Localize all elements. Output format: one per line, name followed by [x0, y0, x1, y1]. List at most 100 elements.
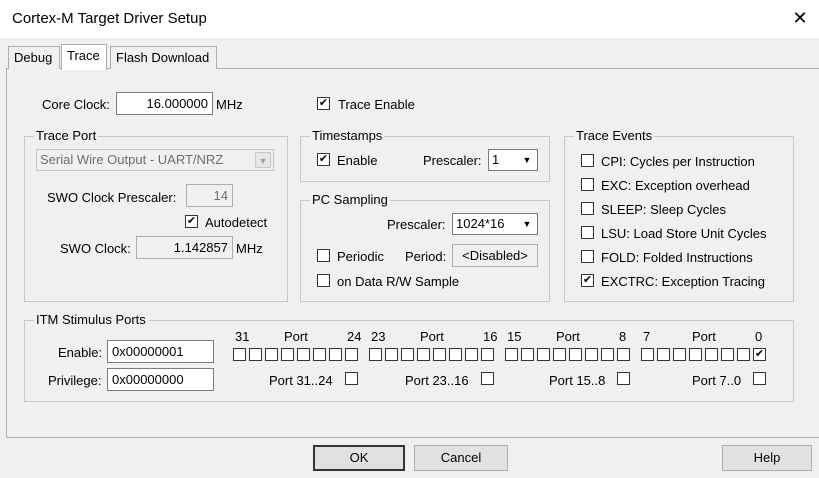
core-clock-unit: MHz: [216, 97, 243, 112]
swo-clock-label: SWO Clock:: [60, 241, 131, 256]
itm-priv-3-checkbox[interactable]: [753, 372, 766, 385]
itm-privilege-label: Privilege:: [48, 373, 102, 388]
itm-port-8-enable-box[interactable]: [617, 348, 630, 361]
itm-group-3-hi: 7: [643, 329, 651, 344]
itm-group-0-port: Port: [284, 329, 308, 344]
pc-prescaler-value: 1024*16: [456, 216, 505, 231]
itm-port-1-enable-box[interactable]: [737, 348, 750, 361]
itm-port-30-enable-box[interactable]: [249, 348, 262, 361]
core-clock-input[interactable]: 16.000000: [116, 92, 213, 115]
itm-port-16-enable-box[interactable]: [481, 348, 494, 361]
itm-port-10-enable-box[interactable]: [585, 348, 598, 361]
timestamps-prescaler-select[interactable]: 1 ▼: [488, 149, 538, 171]
itm-port-25-enable-box[interactable]: [329, 348, 342, 361]
itm-port-18-enable-box[interactable]: [449, 348, 462, 361]
periodic-label: Periodic: [337, 249, 384, 264]
itm-port-19-enable-box[interactable]: [433, 348, 446, 361]
itm-port-5-enable-box[interactable]: [673, 348, 686, 361]
itm-port-31-enable-box[interactable]: [233, 348, 246, 361]
itm-port-2-enable-box[interactable]: [721, 348, 734, 361]
swo-prescaler-input: 14: [186, 184, 233, 207]
itm-port-0-enable-box[interactable]: ✔: [753, 348, 766, 361]
trace-enable-label: Trace Enable: [338, 97, 415, 112]
itm-port-14-enable-box[interactable]: [521, 348, 534, 361]
itm-port-13-enable-box[interactable]: [537, 348, 550, 361]
itm-port-3-enable-box[interactable]: [705, 348, 718, 361]
itm-priv-2-checkbox[interactable]: [617, 372, 630, 385]
itm-port-9-enable-box[interactable]: [601, 348, 614, 361]
chevron-down-icon: ▼: [255, 152, 271, 168]
close-icon[interactable]: ✕: [790, 8, 810, 28]
itm-enable-label: Enable:: [58, 345, 103, 360]
itm-port-17-enable-box[interactable]: [465, 348, 478, 361]
itm-group-1-lo: 16: [483, 329, 498, 344]
exc-checkbox[interactable]: [581, 178, 594, 191]
itm-port-12-enable-box[interactable]: [553, 348, 566, 361]
trace-enable-checkbox[interactable]: ✔: [317, 97, 330, 110]
itm-priv-0-label: Port 31..24: [269, 373, 333, 388]
itm-port-4-enable-box[interactable]: [689, 348, 702, 361]
itm-port-28-enable-box[interactable]: [281, 348, 294, 361]
itm-port-23-enable-box[interactable]: [369, 348, 382, 361]
chevron-down-icon: ▼: [522, 155, 532, 165]
lsu-checkbox[interactable]: [581, 226, 594, 239]
cpi-label: CPI: Cycles per Instruction: [601, 154, 755, 169]
cpi-checkbox[interactable]: [581, 154, 594, 167]
on-data-rw-checkbox[interactable]: [317, 274, 330, 287]
itm-port-27-enable-box[interactable]: [297, 348, 310, 361]
pc-sampling-title: PC Sampling: [310, 192, 390, 207]
timestamps-prescaler-label: Prescaler:: [423, 153, 482, 168]
itm-enable-input[interactable]: 0x00000001: [107, 340, 214, 363]
pc-prescaler-label: Prescaler:: [387, 217, 446, 232]
pc-prescaler-select[interactable]: 1024*16 ▼: [452, 213, 538, 235]
tab-trace[interactable]: Trace: [61, 44, 107, 70]
itm-port-11-enable-box[interactable]: [569, 348, 582, 361]
exc-label: EXC: Exception overhead: [601, 178, 750, 193]
itm-group-1-hi: 23: [371, 329, 386, 344]
trace-port-title: Trace Port: [34, 128, 99, 143]
itm-group-0-hi: 31: [235, 329, 250, 344]
itm-port-22-enable-box[interactable]: [385, 348, 398, 361]
itm-port-15-enable-box[interactable]: [505, 348, 518, 361]
itm-port-29-enable-box[interactable]: [265, 348, 278, 361]
itm-group-3-port: Port: [692, 329, 716, 344]
itm-priv-1-checkbox[interactable]: [481, 372, 494, 385]
fold-label: FOLD: Folded Instructions: [601, 250, 753, 265]
cancel-button[interactable]: Cancel: [414, 445, 508, 471]
timestamps-enable-checkbox[interactable]: ✔: [317, 153, 330, 166]
itm-priv-1-label: Port 23..16: [405, 373, 469, 388]
trace-port-mode-value: Serial Wire Output - UART/NRZ: [40, 152, 224, 167]
chevron-down-icon: ▼: [522, 219, 532, 229]
swo-clock-value: 1.142857: [136, 236, 233, 259]
itm-priv-0-checkbox[interactable]: [345, 372, 358, 385]
timestamps-prescaler-value: 1: [492, 152, 500, 167]
itm-title: ITM Stimulus Ports: [34, 312, 148, 327]
itm-port-26-enable-box[interactable]: [313, 348, 326, 361]
periodic-checkbox[interactable]: [317, 249, 330, 262]
itm-port-20-enable-box[interactable]: [417, 348, 430, 361]
exctrc-label: EXCTRC: Exception Tracing: [601, 274, 766, 289]
autodetect-checkbox[interactable]: ✔: [185, 215, 198, 228]
itm-port-21-enable-box[interactable]: [401, 348, 414, 361]
lsu-label: LSU: Load Store Unit Cycles: [601, 226, 767, 241]
sleep-checkbox[interactable]: [581, 202, 594, 215]
itm-privilege-input[interactable]: 0x00000000: [107, 368, 214, 391]
itm-group-2-hi: 15: [507, 329, 522, 344]
tab-flash-download[interactable]: Flash Download: [110, 46, 217, 70]
core-clock-label: Core Clock:: [42, 97, 110, 112]
trace-events-title: Trace Events: [574, 128, 655, 143]
itm-port-24-enable-box[interactable]: [345, 348, 358, 361]
help-button[interactable]: Help: [722, 445, 812, 471]
fold-checkbox[interactable]: [581, 250, 594, 263]
window-title: Cortex-M Target Driver Setup: [12, 10, 207, 27]
exctrc-checkbox[interactable]: ✔: [581, 274, 594, 287]
itm-group-2-lo: 8: [619, 329, 627, 344]
ok-button[interactable]: OK: [313, 445, 405, 471]
itm-port-6-enable-box[interactable]: [657, 348, 670, 361]
on-data-rw-label: on Data R/W Sample: [337, 274, 460, 289]
tab-debug[interactable]: Debug: [8, 46, 60, 70]
sleep-label: SLEEP: Sleep Cycles: [601, 202, 727, 217]
swo-prescaler-label: SWO Clock Prescaler:: [47, 190, 177, 205]
itm-port-7-enable-box[interactable]: [641, 348, 654, 361]
itm-priv-3-label: Port 7..0: [692, 373, 742, 388]
